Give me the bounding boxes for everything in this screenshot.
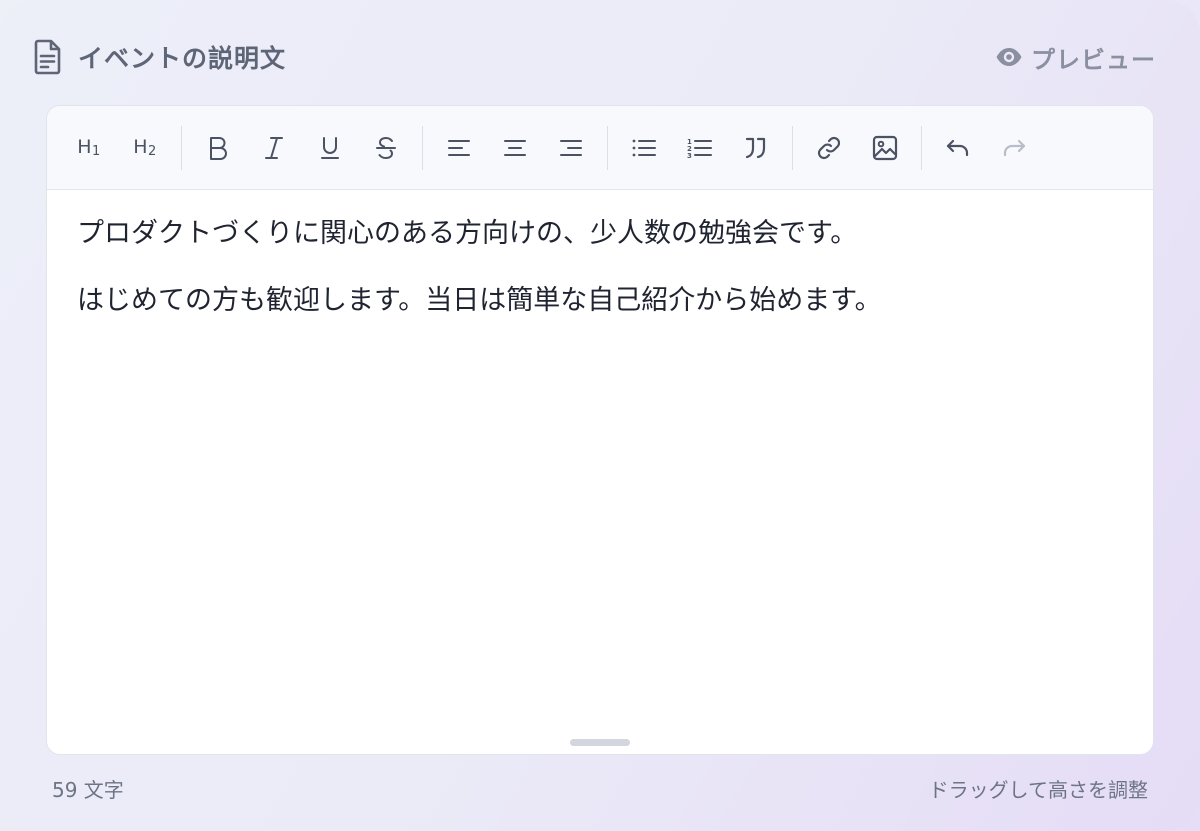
align-center-button[interactable] [487,120,543,176]
underline-icon [321,136,339,159]
h1-icon: H1 [77,136,101,159]
preview-button[interactable]: プレビュー [995,40,1156,75]
align-center-icon [504,139,526,156]
numbered-list-icon: 1 2 3 [687,138,712,159]
bold-button[interactable] [190,120,246,176]
blockquote-button[interactable] [728,120,784,176]
content-paragraph[interactable]: はじめての方も歓迎します。当日は簡単な自己紹介から始めます。 [77,283,1123,319]
title-group: イベントの説明文 [32,39,286,75]
undo-button[interactable] [930,120,986,176]
undo-icon [946,139,969,156]
quote-icon [745,137,766,158]
numbered-list-button[interactable]: 1 2 3 [672,120,728,176]
italic-button[interactable] [246,120,302,176]
editor-footer: 59 文字 ドラッグして高さを調整 [52,772,1148,804]
page-title: イベントの説明文 [78,44,287,73]
heading-2-button[interactable]: H2 [117,120,173,176]
align-right-button[interactable] [543,120,599,176]
redo-button[interactable] [986,120,1042,176]
h2-icon: H2 [133,136,157,159]
italic-icon [265,136,283,159]
link-icon [817,136,841,159]
editor-header: イベントの説明文 プレビュー [32,34,1156,80]
bullet-list-icon [632,139,656,156]
resize-handle[interactable] [570,739,630,746]
rich-text-editor: H1 H2 1 2 3 プロダクトづくりに関心のある方向けの、少人数の勉強会です… [46,105,1154,755]
bold-icon [210,136,227,160]
editor-toolbar: H1 H2 1 2 3 [47,106,1153,190]
resize-hint: ドラッグして高さを調整 [928,777,1148,802]
content-paragraph[interactable]: プロダクトづくりに関心のある方向けの、少人数の勉強会です。 [77,216,1123,252]
toolbar-divider [792,125,793,170]
editor-content[interactable]: プロダクトづくりに関心のある方向けの、少人数の勉強会です。 はじめての方も歓迎し… [47,190,1153,319]
editor-card: イベントの説明文 プレビュー H1 H2 1 2 3 プロダクトづくりに関心のあ… [0,0,1200,831]
document-icon [32,39,64,75]
toolbar-divider [921,125,922,170]
svg-text:3: 3 [687,152,692,159]
link-button[interactable] [801,120,857,176]
toolbar-divider [181,125,182,170]
underline-button[interactable] [302,120,358,176]
align-right-icon [560,139,582,156]
image-icon [872,135,898,160]
toolbar-divider [422,125,423,170]
eye-icon [995,47,1023,67]
align-left-icon [448,139,470,156]
preview-label: プレビュー [1031,45,1156,74]
redo-icon [1003,139,1026,156]
character-count: 59 文字 [52,777,124,802]
image-button[interactable] [857,120,913,176]
strikethrough-button[interactable] [358,120,414,176]
strikethrough-icon [376,136,396,159]
heading-1-button[interactable]: H1 [61,120,117,176]
toolbar-divider [607,125,608,170]
align-left-button[interactable] [431,120,487,176]
bullet-list-button[interactable] [616,120,672,176]
